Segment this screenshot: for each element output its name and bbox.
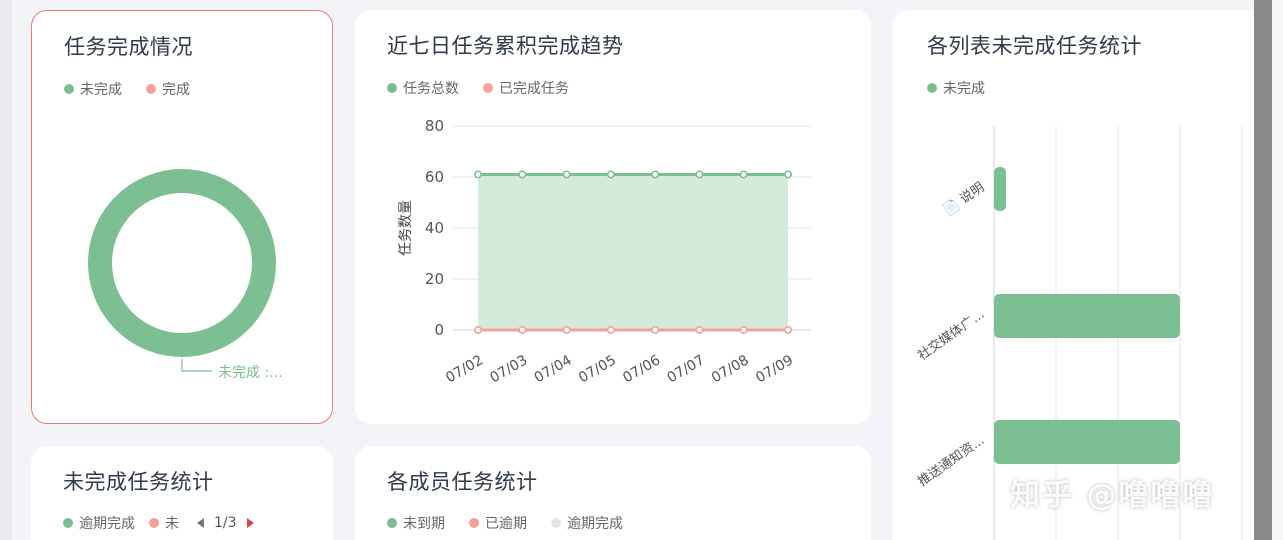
unfinished-stats-card[interactable]: 未完成任务统计 逾期完成 未 1/3 xyxy=(31,446,333,540)
trend-card[interactable]: 近七日任务累积完成趋势 任务总数 已完成任务 0 20 40 60 80 任务数量 07/0… xyxy=(355,10,871,424)
y-tick-label: 40 xyxy=(425,219,444,237)
donut-chart: 未完成 :... xyxy=(88,169,283,381)
data-point xyxy=(783,325,792,334)
list-bar-chart: 📄 说明社交媒体广... 推送通知资... xyxy=(915,126,1243,540)
x-tick-label: 07/05 xyxy=(576,352,619,386)
legend-label: 逾期完成 xyxy=(567,516,623,532)
pager-text: 1/3 xyxy=(214,515,237,531)
donut-slice-0 xyxy=(88,169,276,357)
card-title: 未完成任务统计 xyxy=(63,470,214,494)
legend-pager: 1/3 xyxy=(197,515,254,531)
task-completion-card[interactable]: 任务完成情况 未完成 完成 未完成 :... xyxy=(31,10,333,424)
data-point xyxy=(474,170,483,179)
legend-dot-icon xyxy=(63,518,73,528)
data-point xyxy=(651,325,660,334)
legend-dot-icon xyxy=(551,518,561,528)
watermark-text: 知乎 @噜噜噜 xyxy=(1010,478,1215,513)
bar xyxy=(994,420,1180,464)
legend-dot-icon xyxy=(469,518,479,528)
x-tick-label: 07/07 xyxy=(665,352,708,386)
data-point xyxy=(562,170,571,179)
y-category-label: 📄 说明 xyxy=(940,179,987,219)
data-point xyxy=(474,325,483,334)
y-tick-label: 60 xyxy=(425,168,444,186)
legend-dot-icon xyxy=(387,518,397,528)
y-tick-label: 80 xyxy=(425,117,444,135)
next-page-icon[interactable] xyxy=(246,518,254,528)
data-point xyxy=(518,325,527,334)
legend-dot-icon xyxy=(149,518,159,528)
data-point xyxy=(606,325,615,334)
data-point xyxy=(518,170,527,179)
y-axis-label: 任务数量 xyxy=(398,200,414,256)
y-tick-label: 0 xyxy=(434,321,444,339)
y-category-label: 社交媒体广... xyxy=(915,306,988,364)
x-tick-label: 07/03 xyxy=(487,352,530,386)
legend-label: 未 xyxy=(165,516,179,532)
x-tick-label: 07/09 xyxy=(753,352,796,386)
x-tick-label: 07/04 xyxy=(532,352,575,386)
left-edge-strip xyxy=(0,0,12,540)
data-point xyxy=(739,325,748,334)
legend-item-overdue-completed[interactable]: 逾期完成 xyxy=(551,513,623,533)
bar xyxy=(994,167,1006,211)
trend-area-chart: 020406080任务数量07/02 07/03 07/04 07/05 07/06 07… xyxy=(398,117,811,386)
callout-line xyxy=(181,359,212,372)
data-point xyxy=(695,325,704,334)
legend-item-not-due[interactable]: 未到期 xyxy=(387,513,445,533)
scrollbar-rail xyxy=(1272,0,1283,540)
data-point xyxy=(606,170,615,179)
area-fill-total xyxy=(478,174,788,330)
vertical-scrollbar[interactable] xyxy=(1254,0,1272,540)
data-point xyxy=(651,170,660,179)
legend-label: 已逾期 xyxy=(485,516,527,532)
legend-label: 未到期 xyxy=(403,516,445,532)
y-category-label: 推送通知资... xyxy=(915,432,988,490)
y-tick-label: 20 xyxy=(425,270,444,288)
data-point xyxy=(562,325,571,334)
list-unfinished-card[interactable]: 各列表未完成任务统计 未完成 📄 说明 社交媒体广... 推送通知资... xyxy=(893,10,1255,540)
x-tick-label: 07/02 xyxy=(443,352,486,386)
legend-item-unfinished[interactable]: 未 xyxy=(149,513,179,533)
chart-legend: 逾期完成 未 1/3 xyxy=(63,513,254,533)
member-stats-card[interactable]: 各成员任务统计 未到期 已逾期 逾期完成 xyxy=(355,446,871,540)
data-point xyxy=(783,170,792,179)
prev-page-icon[interactable] xyxy=(197,518,204,528)
data-point xyxy=(695,170,704,179)
bar xyxy=(994,294,1180,338)
donut-callout-label: 未完成 :... xyxy=(218,365,283,381)
x-tick-label: 07/08 xyxy=(709,352,752,386)
legend-label: 逾期完成 xyxy=(79,516,135,532)
legend-item-overdue-completed[interactable]: 逾期完成 xyxy=(63,513,135,533)
legend-item-overdue[interactable]: 已逾期 xyxy=(469,513,527,533)
chart-legend: 未到期 已逾期 逾期完成 xyxy=(387,513,647,533)
card-title: 各成员任务统计 xyxy=(387,470,538,494)
x-tick-label: 07/06 xyxy=(620,352,663,386)
data-point xyxy=(739,170,748,179)
